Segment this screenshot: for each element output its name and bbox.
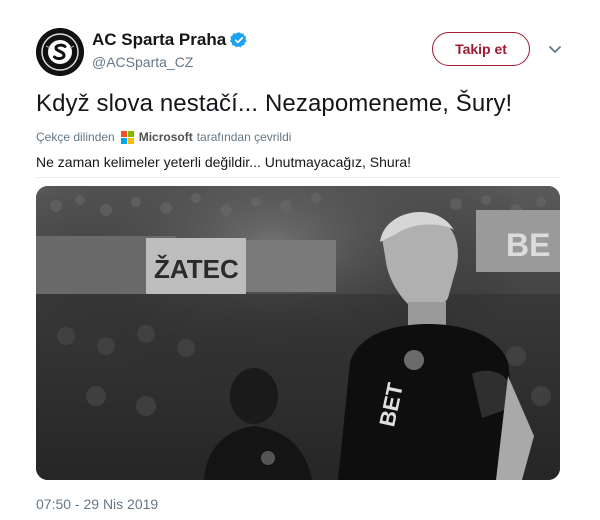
translated-prefix: Çekçe dilinden — [36, 130, 115, 144]
verified-badge-icon — [230, 31, 248, 49]
tweet-timestamp[interactable]: 07:50 - 29 Nis 2019 — [36, 496, 158, 512]
ac-sparta-crest-icon — [36, 28, 84, 76]
tweet-text: Když slova nestačí... Nezapomeneme, Šury… — [36, 90, 513, 117]
photo-image: ŽATEC BE BET — [36, 186, 560, 480]
avatar[interactable] — [36, 28, 84, 76]
tweet-photo[interactable]: ŽATEC BE BET — [36, 186, 560, 480]
display-name[interactable]: AC Sparta Praha — [92, 30, 226, 50]
follow-button[interactable]: Takip et — [432, 32, 530, 66]
translated-suffix: tarafından çevrildi — [196, 130, 292, 144]
translation-attribution: Çekçe dilinden Microsoft tarafından çevr… — [36, 130, 291, 144]
banner-right-text: BE — [506, 227, 550, 263]
name-row: AC Sparta Praha — [92, 30, 248, 50]
tweet-card: AC Sparta Praha @ACSparta_CZ Takip et Kd… — [0, 0, 600, 520]
translated-text: Ne zaman kelimeler yeterli değildir... U… — [36, 154, 412, 170]
banner-left-text: ŽATEC — [154, 254, 239, 284]
tweet-header: AC Sparta Praha @ACSparta_CZ Takip et — [36, 28, 576, 76]
chevron-down-icon[interactable] — [546, 40, 564, 58]
translator-name[interactable]: Microsoft — [139, 130, 193, 144]
divider — [36, 177, 560, 178]
microsoft-logo-icon — [120, 130, 134, 144]
account-handle[interactable]: @ACSparta_CZ — [92, 54, 193, 70]
